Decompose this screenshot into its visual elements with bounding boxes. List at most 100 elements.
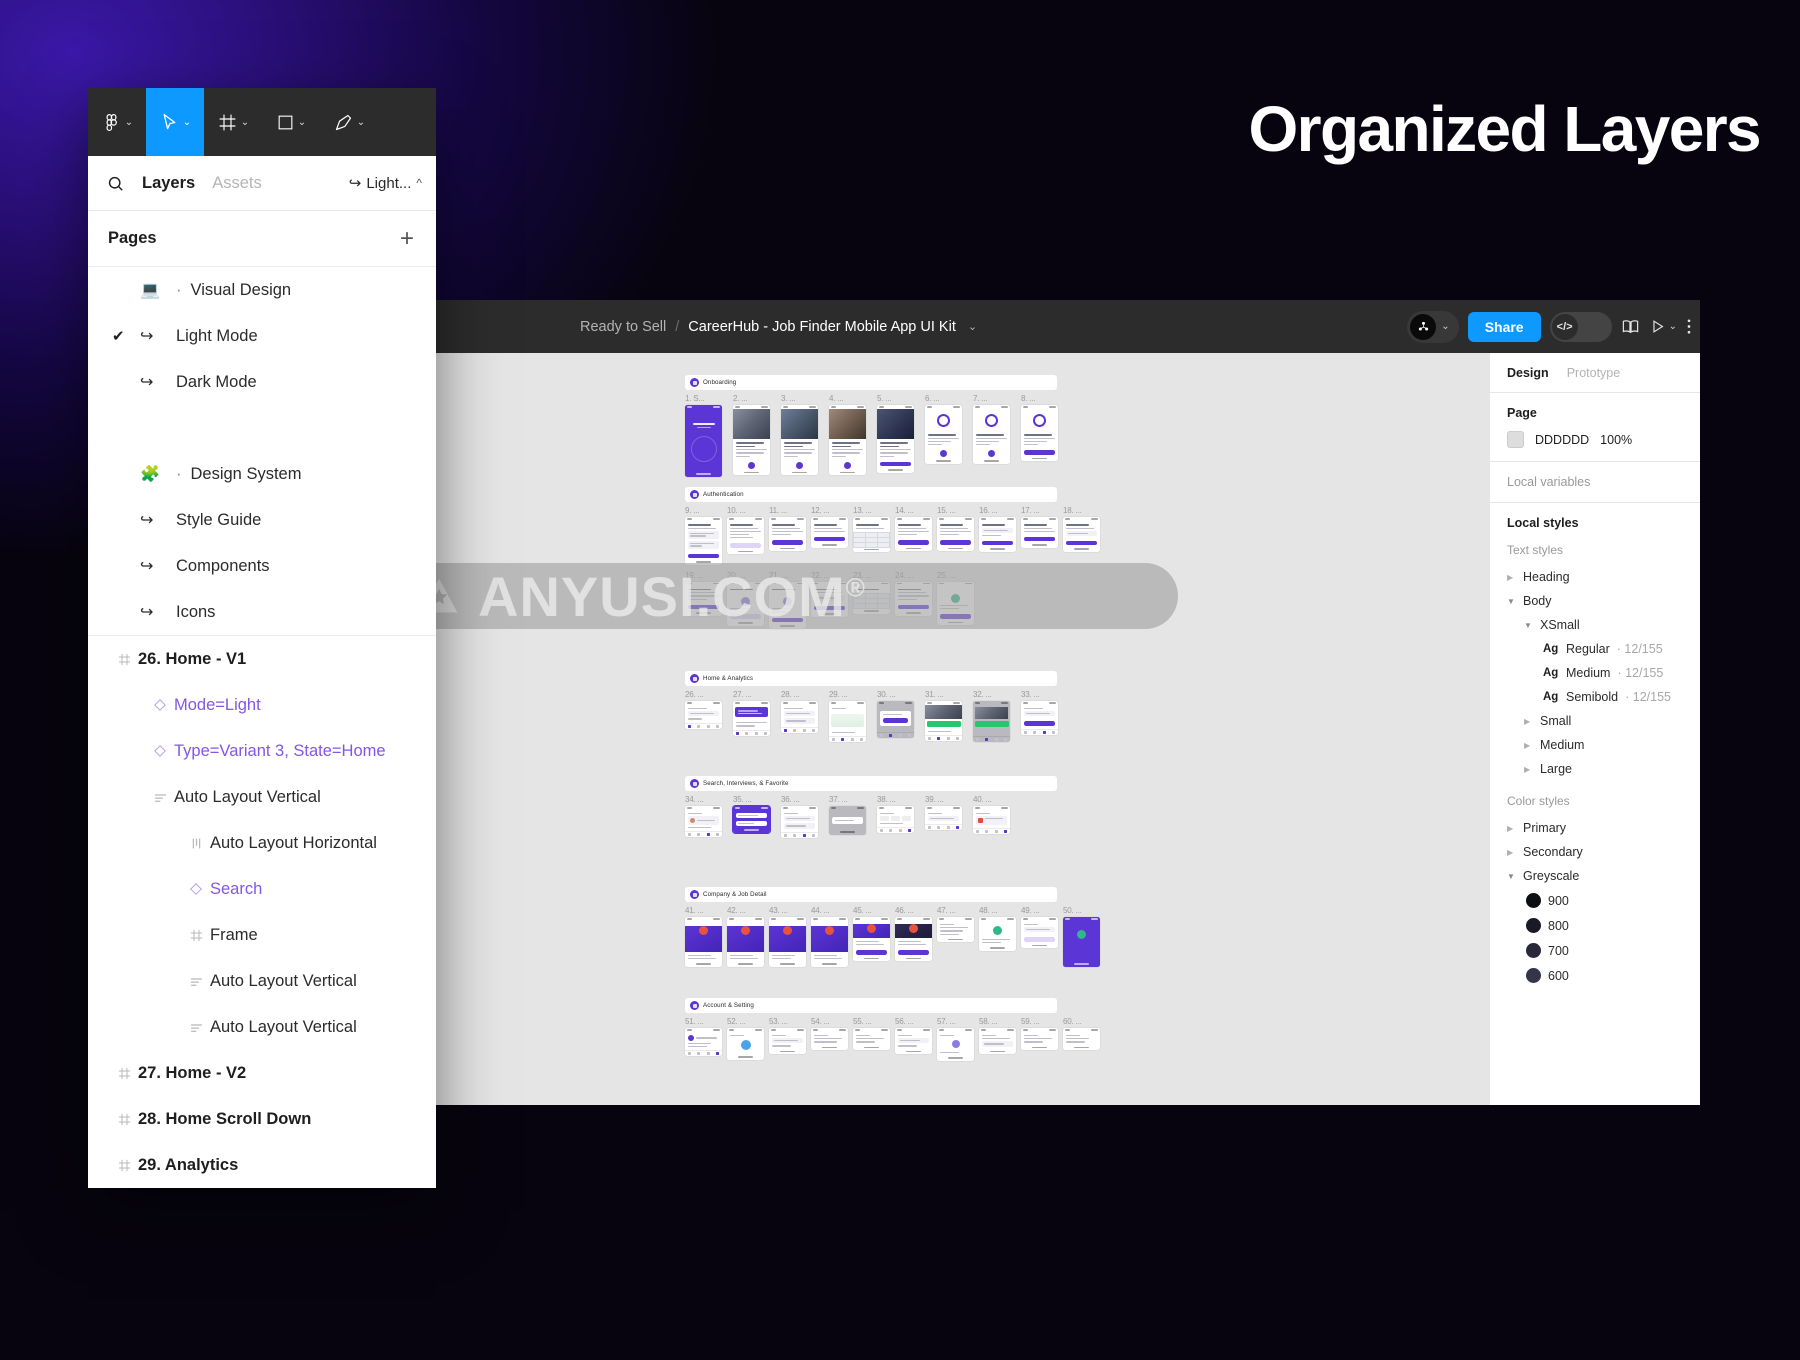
frame-label[interactable]: 56. ...: [895, 1017, 932, 1026]
frame-cell[interactable]: 21. ...: [769, 571, 806, 629]
frame-label[interactable]: 38. ...: [877, 795, 914, 804]
frame-label[interactable]: 29. ...: [829, 690, 866, 699]
text-style-medium-group[interactable]: ▶ Medium: [1490, 733, 1700, 757]
frame-label[interactable]: 3. ...: [781, 394, 818, 403]
canvas-section-authentication[interactable]: Authentication 9. ... 10. ... 11. ... 12…: [685, 487, 1100, 629]
tab-assets[interactable]: Assets: [212, 174, 262, 193]
chevron-right-icon[interactable]: ▶: [1507, 573, 1516, 582]
color-style-900[interactable]: 900: [1490, 888, 1700, 913]
chevron-right-icon[interactable]: ▶: [1524, 741, 1533, 750]
frame-label[interactable]: 52. ...: [727, 1017, 764, 1026]
frame-cell[interactable]: 8. ...: [1021, 394, 1058, 477]
frame-label[interactable]: 55. ...: [853, 1017, 890, 1026]
frame-cell[interactable]: 53. ...: [769, 1017, 806, 1061]
frame-label[interactable]: 17. ...: [1021, 506, 1058, 515]
artboard-thumbnail[interactable]: [685, 917, 722, 967]
frame-cell[interactable]: 31. ...: [925, 690, 962, 742]
text-style-large[interactable]: ▶ Large: [1490, 757, 1700, 781]
chevron-down-icon[interactable]: ⌄: [298, 117, 306, 128]
frame-cell[interactable]: 16. ...: [979, 506, 1016, 565]
artboard-thumbnail[interactable]: [685, 581, 722, 616]
frame-cell[interactable]: 15. ...: [937, 506, 974, 565]
frame-label[interactable]: 47. ...: [937, 906, 974, 915]
book-icon[interactable]: [1621, 317, 1640, 336]
artboard-thumbnail[interactable]: [769, 917, 806, 967]
artboard-thumbnail[interactable]: [937, 1028, 974, 1061]
frame-cell[interactable]: 30. ...: [877, 690, 914, 742]
frame-label[interactable]: 23. ...: [853, 571, 890, 580]
artboard-thumbnail[interactable]: [1021, 917, 1058, 949]
artboard-thumbnail[interactable]: [769, 517, 806, 552]
artboard-thumbnail[interactable]: [685, 806, 722, 838]
artboard-thumbnail[interactable]: [853, 917, 890, 962]
artboard-thumbnail[interactable]: [685, 701, 722, 729]
artboard-thumbnail[interactable]: [973, 405, 1010, 464]
color-style-primary[interactable]: ▶ Primary: [1490, 816, 1700, 840]
canvas-section-search[interactable]: Search, Interviews, & Favorite 34. ... 3…: [685, 776, 1057, 838]
frame-cell[interactable]: 39. ...: [925, 795, 962, 838]
frame-label[interactable]: 37. ...: [829, 795, 866, 804]
chevron-right-icon[interactable]: ▶: [1524, 717, 1533, 726]
local-variables-label[interactable]: Local variables: [1507, 475, 1683, 489]
artboard-thumbnail[interactable]: [1021, 405, 1058, 462]
artboard-thumbnail[interactable]: [973, 806, 1010, 835]
artboard-thumbnail[interactable]: [937, 581, 974, 626]
layer-type-variant[interactable]: Type=Variant 3, State=Home: [88, 728, 436, 774]
artboard-thumbnail[interactable]: [895, 581, 932, 616]
page-mode-selector[interactable]: ↪ Light... ^: [349, 174, 422, 193]
page-item-design-system[interactable]: 🧩 · Design System: [88, 451, 436, 497]
frame-cell[interactable]: 11. ...: [769, 506, 806, 565]
artboard-thumbnail[interactable]: [727, 917, 764, 967]
frame-cell[interactable]: 23. ...: [853, 571, 890, 629]
frame-tool-button[interactable]: ⌄: [204, 88, 262, 156]
color-style-greyscale[interactable]: ▼ Greyscale: [1490, 864, 1700, 888]
page-item-visual-design[interactable]: 💻 · Visual Design: [88, 267, 436, 313]
frame-label[interactable]: 42. ...: [727, 906, 764, 915]
text-style-regular[interactable]: Ag Regular · 12/155: [1490, 637, 1700, 661]
pen-tool-button[interactable]: ⌄: [320, 88, 378, 156]
artboard-thumbnail[interactable]: [895, 517, 932, 552]
frame-cell[interactable]: 43. ...: [769, 906, 806, 967]
artboard-thumbnail[interactable]: [732, 805, 771, 834]
frame-label[interactable]: 46. ...: [895, 906, 932, 915]
artboard-thumbnail[interactable]: [829, 405, 866, 476]
frame-cell[interactable]: 4. ...: [829, 394, 866, 477]
chevron-down-icon[interactable]: ▼: [1524, 621, 1533, 630]
frame-label[interactable]: 14. ...: [895, 506, 932, 515]
frame-label[interactable]: 16. ...: [979, 506, 1016, 515]
text-style-body[interactable]: ▼ Body: [1490, 589, 1700, 613]
artboard-thumbnail[interactable]: [811, 517, 848, 549]
frame-label[interactable]: 50. ...: [1063, 906, 1100, 915]
frame-label[interactable]: 1. S...: [685, 394, 722, 403]
share-button[interactable]: Share: [1467, 311, 1541, 342]
frame-cell[interactable]: 36. ...: [781, 795, 818, 838]
tab-design[interactable]: Design: [1507, 366, 1549, 380]
frame-label[interactable]: 13. ...: [853, 506, 890, 515]
page-fill-row[interactable]: DDDDDD 100%: [1507, 431, 1683, 448]
frame-cell[interactable]: 57. ...: [937, 1017, 974, 1061]
chevron-down-icon[interactable]: ⌄: [125, 117, 133, 128]
frame-cell[interactable]: 22. ...: [811, 571, 848, 629]
frame-cell[interactable]: 37. ...: [829, 795, 866, 838]
frame-label[interactable]: 44. ...: [811, 906, 848, 915]
frame-cell[interactable]: 58. ...: [979, 1017, 1016, 1061]
text-style-medium[interactable]: Ag Medium · 12/155: [1490, 661, 1700, 685]
frame-label[interactable]: 32. ...: [973, 690, 1010, 699]
frame-cell[interactable]: 27. ...: [733, 690, 770, 742]
frame-cell[interactable]: 44. ...: [811, 906, 848, 967]
frame-cell[interactable]: 6. ...: [925, 394, 962, 477]
frame-cell[interactable]: 33. ...: [1021, 690, 1058, 742]
page-item-light-mode[interactable]: ✔ ↪ Light Mode: [88, 313, 436, 359]
artboard-thumbnail[interactable]: [811, 917, 848, 967]
frame-cell[interactable]: 54. ...: [811, 1017, 848, 1061]
frame-label[interactable]: 5. ...: [877, 394, 914, 403]
frame-cell[interactable]: 32. ...: [973, 690, 1010, 742]
section-header[interactable]: Onboarding: [685, 375, 1057, 390]
frame-cell[interactable]: 50. ...: [1063, 906, 1100, 967]
canvas-section-home-analytics[interactable]: Home & Analytics 26. ... 27. ... 28. ...…: [685, 671, 1058, 743]
artboard-thumbnail[interactable]: [979, 917, 1016, 951]
frame-cell[interactable]: 20. ...: [727, 571, 764, 629]
frame-cell[interactable]: 17. ...: [1021, 506, 1058, 565]
frame-cell[interactable]: 12. ...: [811, 506, 848, 565]
section-header[interactable]: Home & Analytics: [685, 671, 1057, 686]
